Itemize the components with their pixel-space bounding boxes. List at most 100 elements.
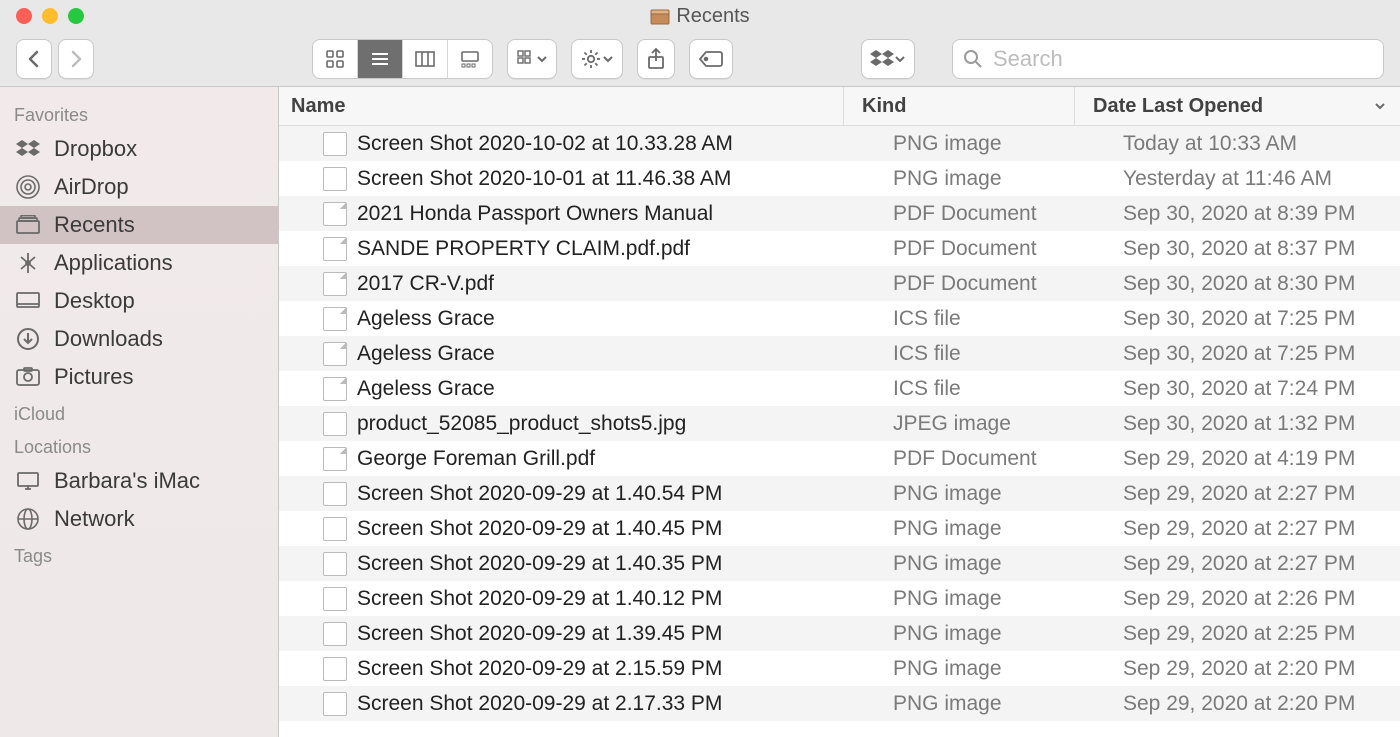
sidebar-item-label: Barbara's iMac [54, 468, 200, 494]
file-row[interactable]: Screen Shot 2020-09-29 at 1.40.45 PMPNG … [279, 511, 1400, 546]
search-icon [963, 49, 983, 69]
file-row[interactable]: Screen Shot 2020-10-02 at 10.33.28 AM PNG… [279, 126, 1400, 161]
sidebar-section-label: iCloud [0, 396, 278, 429]
sidebar-item-recents[interactable]: Recents [0, 206, 278, 244]
file-name: Ageless Grace [357, 342, 495, 366]
sidebar-item-label: Applications [54, 250, 173, 276]
file-name-cell: Screen Shot 2020-09-29 at 1.40.35 PM [279, 552, 875, 576]
zoom-window-button[interactable] [68, 8, 84, 24]
column-header-kind[interactable]: Kind [844, 87, 1075, 125]
sidebar-item-barbara-s-imac[interactable]: Barbara's iMac [0, 462, 278, 500]
file-row[interactable]: Screen Shot 2020-09-29 at 1.40.12 PM PNG … [279, 581, 1400, 616]
file-name-cell: SANDE PROPERTY CLAIM.pdf.pdf [279, 237, 875, 261]
file-row[interactable]: Screen Shot 2020-09-29 at 2.15.59 PMPNG … [279, 651, 1400, 686]
search-field[interactable] [952, 39, 1384, 79]
sidebar-item-label: Pictures [54, 364, 133, 390]
view-gallery-button[interactable] [448, 40, 492, 78]
file-kind: PNG image [875, 692, 1105, 716]
search-input[interactable] [991, 45, 1373, 73]
sidebar-item-downloads[interactable]: Downloads [0, 320, 278, 358]
chevron-down-icon [536, 49, 548, 69]
file-name: George Foreman Grill.pdf [357, 447, 595, 471]
view-list-button[interactable] [358, 40, 403, 78]
file-row[interactable]: Screen Shot 2020-10-01 at 11.46.38 AMPNG… [279, 161, 1400, 196]
group-by-button[interactable] [507, 39, 557, 79]
sidebar-item-label: Desktop [54, 288, 135, 314]
file-kind: PDF Document [875, 237, 1105, 261]
file-row[interactable]: George Foreman Grill.pdf PDF DocumentSep … [279, 441, 1400, 476]
sidebar-item-label: Dropbox [54, 136, 137, 162]
window-body: Favorites Dropbox AirDropRecents Applicatio… [0, 87, 1400, 737]
view-icons-button[interactable] [313, 40, 358, 78]
file-name-cell: Screen Shot 2020-10-02 at 10.33.28 AM [279, 132, 875, 156]
file-row[interactable]: 2017 CR-V.pdfPDF DocumentSep 30, 2020 at… [279, 266, 1400, 301]
file-name: 2017 CR-V.pdf [357, 272, 494, 296]
share-button[interactable] [637, 39, 675, 79]
file-name-cell: Screen Shot 2020-09-29 at 2.17.33 PM [279, 692, 875, 716]
file-icon [323, 447, 347, 471]
file-row[interactable]: SANDE PROPERTY CLAIM.pdf.pdfPDF Document… [279, 231, 1400, 266]
sidebar-item-airdrop[interactable]: AirDrop [0, 168, 278, 206]
nav-back-button[interactable] [16, 39, 52, 79]
file-name: Ageless Grace [357, 307, 495, 331]
file-date: Sep 30, 2020 at 7:25 PM [1105, 307, 1400, 331]
chevron-down-icon [894, 49, 906, 69]
file-name-cell: Ageless Grace [279, 307, 875, 331]
column-header-date[interactable]: Date Last Opened [1075, 87, 1400, 125]
file-row[interactable]: product_52085_product_shots5.jpgJPEG ima… [279, 406, 1400, 441]
file-row[interactable]: Screen Shot 2020-09-29 at 1.39.45 PMPNG … [279, 616, 1400, 651]
file-name: Screen Shot 2020-09-29 at 2.15.59 PM [357, 657, 722, 681]
recents-icon [14, 213, 42, 237]
airdrop-icon [14, 175, 42, 199]
file-kind: JPEG image [875, 412, 1105, 436]
file-row[interactable]: Ageless GraceICS fileSep 30, 2020 at 7:2… [279, 336, 1400, 371]
file-kind: PNG image [875, 132, 1105, 156]
gear-icon [580, 49, 602, 69]
sidebar-item-applications[interactable]: Applications [0, 244, 278, 282]
file-name: Screen Shot 2020-09-29 at 1.40.54 PM [357, 482, 722, 506]
file-row[interactable]: Ageless GraceICS fileSep 30, 2020 at 7:2… [279, 371, 1400, 406]
file-list[interactable]: Screen Shot 2020-10-02 at 10.33.28 AM PNG… [279, 126, 1400, 737]
dropbox-icon [14, 137, 42, 161]
tag-icon [698, 50, 724, 68]
file-row[interactable]: Ageless GraceICS fileSep 30, 2020 at 7:2… [279, 301, 1400, 336]
downloads-icon [14, 327, 42, 351]
tags-button[interactable] [689, 39, 733, 79]
file-name-cell: product_52085_product_shots5.jpg [279, 412, 875, 436]
chevron-down-icon [602, 49, 614, 69]
file-row[interactable]: 2021 Honda Passport Owners ManualPDF Doc… [279, 196, 1400, 231]
nav-forward-button[interactable] [58, 39, 94, 79]
file-name: Screen Shot 2020-09-29 at 1.40.12 PM [357, 587, 722, 611]
window-title: Recents [0, 5, 1400, 28]
sidebar-item-dropbox[interactable]: Dropbox [0, 130, 278, 168]
column-header-name[interactable]: Name [279, 87, 844, 125]
column-header-date-label: Date Last Opened [1093, 95, 1263, 118]
file-date: Sep 30, 2020 at 7:25 PM [1105, 342, 1400, 366]
sidebar-section-label: Locations [0, 429, 278, 462]
file-name: Screen Shot 2020-09-29 at 2.17.33 PM [357, 692, 722, 716]
file-name: Screen Shot 2020-10-02 at 10.33.28 AM [357, 132, 733, 156]
file-icon [323, 657, 347, 681]
dropbox-toolbar-button[interactable] [861, 39, 915, 79]
sidebar-item-desktop[interactable]: Desktop [0, 282, 278, 320]
file-icon [323, 412, 347, 436]
file-icon [323, 272, 347, 296]
close-window-button[interactable] [16, 8, 32, 24]
sidebar-item-network[interactable]: Network [0, 500, 278, 538]
file-row[interactable]: Screen Shot 2020-09-29 at 1.40.35 PMPNG … [279, 546, 1400, 581]
file-row[interactable]: Screen Shot 2020-09-29 at 1.40.54 PMPNG … [279, 476, 1400, 511]
file-kind: PDF Document [875, 447, 1105, 471]
file-date: Sep 29, 2020 at 4:19 PM [1105, 447, 1400, 471]
toolbar [0, 32, 1400, 87]
file-name: Screen Shot 2020-10-01 at 11.46.38 AM [357, 167, 731, 191]
minimize-window-button[interactable] [42, 8, 58, 24]
sidebar-item-pictures[interactable]: Pictures [0, 358, 278, 396]
file-kind: PNG image [875, 587, 1105, 611]
file-row[interactable]: Screen Shot 2020-09-29 at 2.17.33 PM PNG … [279, 686, 1400, 721]
file-kind: PDF Document [875, 272, 1105, 296]
action-menu-button[interactable] [571, 39, 623, 79]
view-columns-button[interactable] [403, 40, 448, 78]
file-name-cell: George Foreman Grill.pdf [279, 447, 875, 471]
sidebar-section-label: Favorites [0, 97, 278, 130]
file-kind: PNG image [875, 517, 1105, 541]
